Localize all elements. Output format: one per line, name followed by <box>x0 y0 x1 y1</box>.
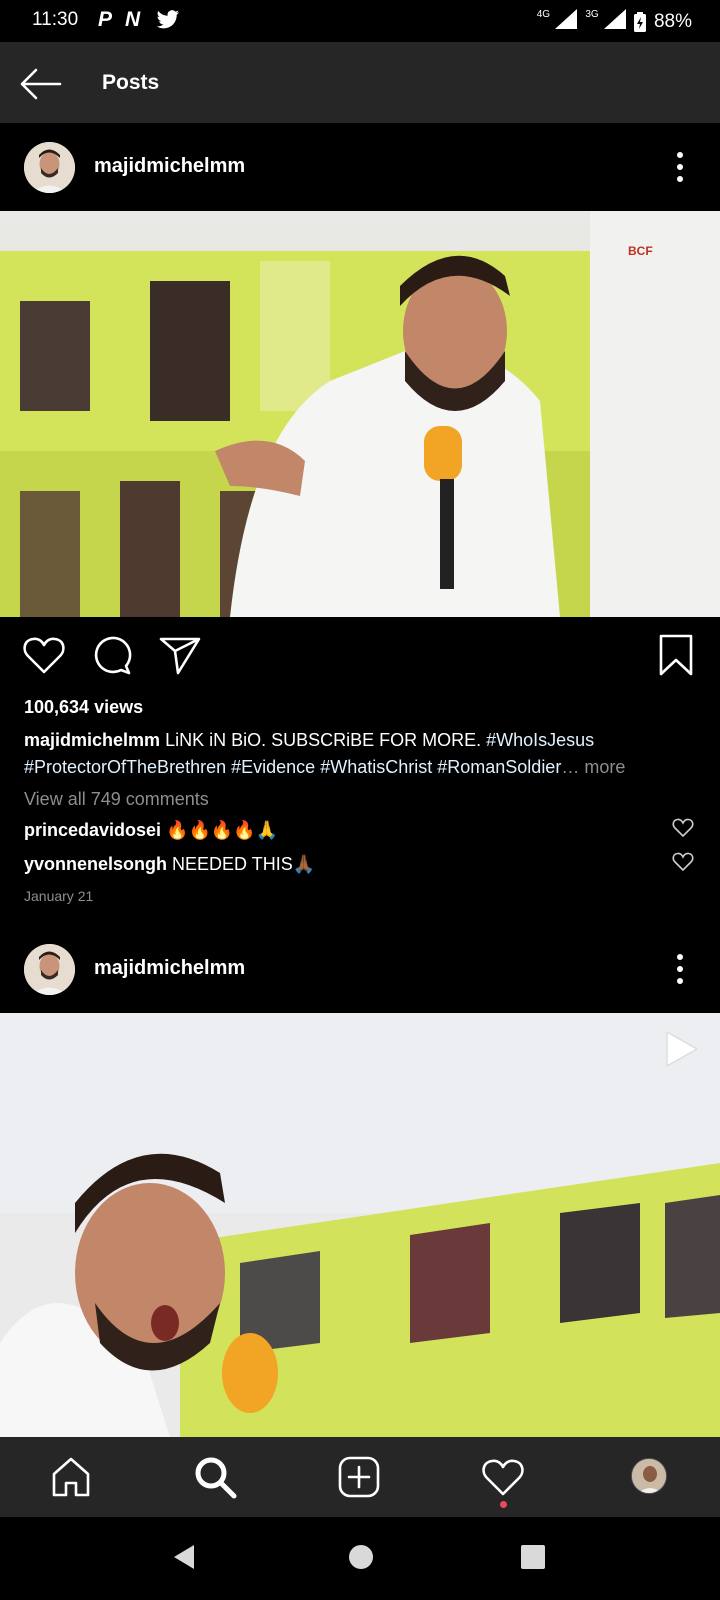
search-icon[interactable] <box>193 1455 237 1499</box>
more-options-icon[interactable] <box>676 953 684 985</box>
comment-row: yvonnenelsongh NEEDED THIS🙏🏾 <box>24 854 315 875</box>
notification-app-icons: P N <box>98 8 145 31</box>
post-username[interactable]: majidmichelmm <box>94 155 245 178</box>
battery-icon <box>633 12 646 32</box>
page-title: Posts <box>102 71 160 94</box>
status-bar: 11:30 P N 4G 3G 88% <box>0 0 720 42</box>
comment-text: NEEDED THIS🙏🏾 <box>172 854 316 874</box>
post-caption: majidmichelmm LiNK iN BiO. SUBSCRiBE FOR… <box>24 727 696 781</box>
signal-icon <box>603 9 626 29</box>
hashtag[interactable]: #WhoIsJesus <box>486 730 594 750</box>
caption-username[interactable]: majidmichelmm <box>24 730 160 750</box>
comment-username[interactable]: yvonnenelsongh <box>24 854 167 874</box>
avatar[interactable] <box>24 944 75 995</box>
post-image[interactable]: BCF <box>0 211 720 617</box>
comment-heart-icon[interactable] <box>672 818 694 838</box>
post-video[interactable] <box>0 1013 720 1437</box>
post-username[interactable]: majidmichelmm <box>94 957 245 980</box>
hashtag[interactable]: #RomanSoldier <box>437 757 561 777</box>
network-3g-indicator: 3G <box>585 9 626 35</box>
notification-dot <box>500 1501 507 1508</box>
system-recents-icon[interactable] <box>520 1543 546 1571</box>
avatar[interactable] <box>24 142 75 193</box>
more-options-icon[interactable] <box>676 151 684 183</box>
network-4g-indicator: 4G <box>537 9 578 35</box>
view-count[interactable]: 100,634 views <box>24 697 143 718</box>
status-time: 11:30 <box>32 9 79 30</box>
comment-icon[interactable] <box>90 633 134 677</box>
status-indicators: 4G 3G 88% <box>537 9 692 35</box>
post-header: majidmichelmm <box>0 123 720 211</box>
hashtag[interactable]: #ProtectorOfTheBrethren <box>24 757 226 777</box>
back-arrow-icon[interactable] <box>18 64 62 104</box>
hashtag[interactable]: #Evidence <box>231 757 315 777</box>
paper-plane-icon[interactable] <box>158 633 202 677</box>
home-icon[interactable] <box>49 1455 93 1499</box>
twitter-icon <box>156 10 179 29</box>
comment-text: 🔥🔥🔥🔥🙏 <box>166 820 279 840</box>
add-post-icon[interactable] <box>337 1455 381 1499</box>
post-date: January 21 <box>24 888 94 904</box>
caption-ellipsis: … <box>561 757 580 777</box>
activity-heart-icon[interactable] <box>481 1455 525 1499</box>
caption-text: LiNK iN BiO. SUBSCRiBE FOR MORE. <box>165 730 482 750</box>
image-logo: BCF <box>628 244 653 258</box>
system-home-icon[interactable] <box>348 1543 374 1571</box>
battery-level: 88% <box>653 11 692 32</box>
play-icon <box>666 1031 698 1067</box>
system-navigation-bar <box>0 1517 720 1600</box>
hashtag[interactable]: #WhatisChrist <box>320 757 432 777</box>
post-actions <box>0 617 720 693</box>
caption-more-link[interactable]: more <box>584 757 625 777</box>
post-header: majidmichelmm <box>0 925 720 1013</box>
bookmark-icon[interactable] <box>654 633 698 677</box>
comment-row: princedavidosei 🔥🔥🔥🔥🙏 <box>24 820 278 841</box>
system-back-icon[interactable] <box>172 1543 196 1571</box>
comment-username[interactable]: princedavidosei <box>24 820 161 840</box>
app-bar: Posts <box>0 42 720 123</box>
bottom-navigation <box>0 1437 720 1517</box>
view-all-comments-link[interactable]: View all 749 comments <box>24 789 209 810</box>
profile-avatar[interactable] <box>631 1458 667 1494</box>
heart-icon[interactable] <box>22 633 66 677</box>
signal-icon <box>555 9 578 29</box>
comment-heart-icon[interactable] <box>672 852 694 872</box>
